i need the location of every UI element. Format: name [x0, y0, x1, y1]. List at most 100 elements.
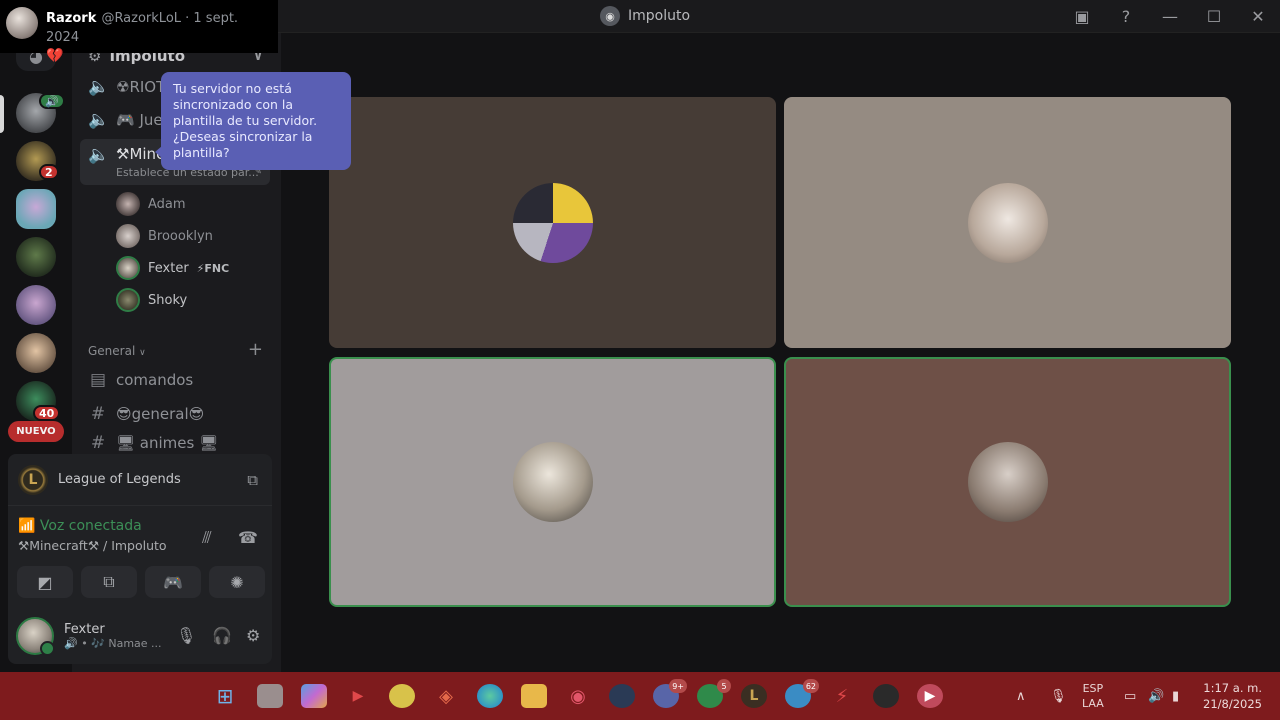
category-general[interactable]: General ∨ — [88, 344, 146, 358]
hashtag-icon: # — [90, 433, 106, 453]
avatar[interactable] — [16, 617, 55, 656]
signal-icon: 📶 — [18, 518, 40, 534]
avatar — [512, 182, 593, 263]
add-channel-icon[interactable]: + — [248, 339, 263, 360]
avatar — [116, 256, 140, 280]
youtube-icon[interactable]: ▶ — [345, 684, 371, 708]
help-icon[interactable]: ? — [1104, 0, 1148, 33]
clock[interactable]: 1:17 a. m. 21/8/2025 — [1203, 680, 1262, 712]
text-channel-comandos[interactable]: ▤ comandos — [80, 365, 270, 395]
player-icon[interactable]: ▶ — [917, 684, 943, 708]
riot-icon[interactable]: ⚡ — [829, 684, 855, 708]
voice-member[interactable]: Adam — [116, 191, 186, 217]
whatsapp-icon[interactable]: 5 — [697, 679, 731, 708]
video-tile-fexter[interactable] — [329, 357, 776, 607]
tray-chevron-icon[interactable]: ∧ — [1016, 672, 1026, 720]
tweet-author: Razork — [46, 11, 97, 26]
notification-badge: 9+ — [669, 679, 687, 693]
mention-badge: 40 — [33, 405, 61, 421]
notification-badge: 62 — [802, 679, 819, 693]
microphone-icon[interactable]: 🎙 — [176, 626, 196, 645]
close-icon[interactable]: ✕ — [1236, 0, 1280, 33]
tooltip-text: Tu servidor no está sincronizado con la … — [173, 81, 318, 160]
inbox-icon[interactable]: ▣ — [1060, 0, 1104, 33]
activity-bar[interactable]: L League of Legends ⧉ — [8, 454, 272, 506]
telegram-icon[interactable]: 62 — [785, 679, 819, 708]
gear-icon[interactable]: ⚙ — [246, 626, 260, 645]
edge-icon[interactable] — [477, 684, 503, 708]
steam-icon[interactable] — [609, 684, 635, 708]
avatar — [116, 224, 140, 248]
soundboard-icon[interactable]: ✺ — [209, 566, 265, 598]
channel-name: 🖥 animes 🖥 — [116, 434, 219, 452]
file-explorer-icon[interactable] — [521, 684, 547, 708]
battery-icon[interactable]: ▮ — [1172, 672, 1179, 720]
voice-member[interactable]: Broooklyn — [116, 223, 213, 249]
server-cartoon-icon[interactable] — [16, 333, 56, 373]
disconnect-icon[interactable]: ☎ — [238, 528, 258, 547]
network-icon[interactable]: ▭ — [1124, 672, 1136, 720]
league-client-icon[interactable]: L — [741, 684, 767, 708]
voice-member[interactable]: Shoky — [116, 287, 187, 313]
voice-status: 📶 Voz conectada ⚒Minecraft⚒ / Impoluto — [18, 518, 167, 553]
user-area[interactable]: Fexter 🔊 • 🎶 Namae ... 🎙 🎧 ⚙ — [16, 614, 266, 658]
screen-share-icon[interactable]: ⧉ — [81, 566, 137, 598]
server-icon: ◉ — [600, 6, 620, 26]
avatar — [116, 288, 140, 312]
tweet-overlay: Razork @RazorkLoL · 1 sept. 2024 💔 — [0, 0, 278, 64]
chevron-down-icon: ∨ — [139, 348, 146, 358]
template-sync-tooltip: Tu servidor no está sincronizado con la … — [155, 72, 351, 170]
mention-badge: 2 — [39, 164, 59, 180]
task-view-icon[interactable] — [257, 684, 283, 708]
video-tile-adam[interactable] — [329, 97, 776, 348]
media-player-icon[interactable]: ◉ — [565, 684, 591, 708]
hashtag-icon: # — [90, 404, 106, 424]
lang-2: LAA — [1082, 697, 1104, 710]
screen-share-icon[interactable]: ⧉ — [247, 471, 258, 489]
avatar — [116, 192, 140, 216]
server-cute-icon[interactable] — [16, 189, 56, 229]
broken-heart-icon: 💔 — [46, 48, 64, 64]
voice-location[interactable]: ⚒Minecraft⚒ / Impoluto — [18, 538, 167, 553]
text-channel-general[interactable]: # 😎general😎 — [80, 399, 270, 429]
active-server-pill — [0, 95, 4, 133]
voice-member[interactable]: Fexter ⚡FNC — [116, 255, 229, 281]
video-tile-broooklyn[interactable] — [784, 97, 1231, 348]
app-icon[interactable] — [389, 684, 415, 708]
channel-name: ☢RIOT — [116, 78, 166, 96]
camera-off-icon[interactable]: ◩ — [17, 566, 73, 598]
server-anime-icon[interactable] — [16, 285, 56, 325]
new-badge[interactable]: NUEVO — [8, 421, 64, 442]
forum-icon: ▤ — [89, 370, 107, 390]
git-icon[interactable]: ◈ — [433, 684, 459, 708]
member-name: Broooklyn — [148, 228, 213, 244]
text-channel-animes[interactable]: # 🖥 animes 🖥 — [80, 432, 270, 454]
speaker-icon: 🔈 — [88, 145, 110, 165]
channel-name: 😎general😎 — [116, 405, 205, 423]
discord-icon[interactable]: 9+ — [653, 679, 687, 708]
user-name: Fexter — [64, 622, 105, 637]
activities-icon[interactable]: 🎮 — [145, 566, 201, 598]
window-title-text: Impoluto — [628, 8, 691, 24]
microphone-icon[interactable]: 🎙 — [1050, 672, 1067, 720]
minimize-icon[interactable]: — — [1148, 0, 1192, 33]
copilot-icon[interactable] — [301, 684, 327, 708]
input-language[interactable]: ESP LAA — [1082, 672, 1104, 720]
windows-start-icon[interactable]: ⊞ — [212, 684, 238, 708]
window-title: ◉ Impoluto — [600, 6, 690, 26]
lang-1: ESP — [1082, 682, 1104, 695]
avatar — [967, 182, 1048, 263]
speaker-icon: 🔈 — [88, 77, 110, 97]
league-of-legends-icon: L — [18, 464, 48, 495]
activity-name: League of Legends — [58, 472, 181, 487]
noise-suppression-icon[interactable]: ⫻ — [202, 528, 212, 548]
video-tile-shoky[interactable] — [784, 357, 1231, 607]
voice-call-grid — [281, 33, 1280, 672]
maximize-icon[interactable]: ☐ — [1192, 0, 1236, 33]
headphones-icon[interactable]: 🎧 — [212, 626, 232, 645]
volume-icon[interactable]: 🔊 — [1148, 672, 1164, 720]
member-name: Fexter — [148, 260, 189, 276]
voice-connected-label[interactable]: Voz conectada — [40, 518, 142, 534]
obs-icon[interactable] — [873, 684, 899, 708]
server-forest-icon[interactable] — [16, 237, 56, 277]
